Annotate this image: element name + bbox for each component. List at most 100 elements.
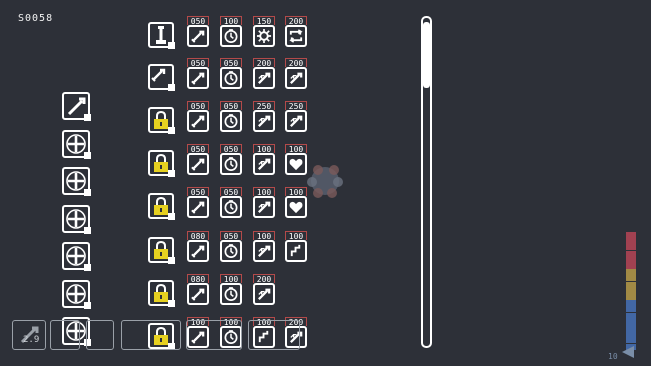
sword-icon [191, 201, 205, 214]
upgrade-price: 050 [220, 187, 242, 197]
meter-segment [626, 312, 636, 319]
lock-icon [154, 240, 168, 259]
upgrade-button[interactable] [253, 25, 275, 47]
locked-weapon-tile[interactable] [148, 280, 175, 307]
upgrade-price: 200 [285, 16, 307, 26]
upgrade-button[interactable] [220, 283, 242, 305]
loadout-slot[interactable] [62, 279, 91, 309]
upgrade-button[interactable] [220, 110, 242, 132]
clock-icon [224, 287, 238, 301]
upgrade-button[interactable] [285, 67, 307, 89]
ammo-label: 2.9 [23, 335, 40, 345]
upgrade-price: 050 [187, 16, 209, 26]
upgrade-button[interactable] [220, 67, 242, 89]
enemy-creature-sprite [307, 165, 343, 198]
upgrade-button[interactable] [253, 110, 275, 132]
upgrade-button[interactable] [253, 67, 275, 89]
upgrade-button[interactable] [285, 110, 307, 132]
clock-icon [224, 29, 238, 43]
meter-arrow-icon [622, 346, 634, 358]
upgrade-button[interactable] [220, 196, 242, 218]
plus-icon [66, 171, 86, 191]
loadout-slot[interactable] [62, 92, 91, 121]
upgrade-button[interactable] [253, 240, 275, 262]
meter-segment [626, 337, 636, 344]
lock-icon [154, 110, 168, 129]
sword-icon [191, 72, 205, 85]
upgrade-price: 050 [187, 101, 209, 111]
upgrade-price: 050 [220, 58, 242, 68]
upgrade-button[interactable] [187, 196, 209, 218]
upgrade-button[interactable] [285, 240, 307, 262]
chevron-up-icon [290, 244, 301, 257]
upgrade-price: 100 [253, 187, 275, 197]
weapon-tile[interactable] [148, 22, 175, 49]
upgrade-button[interactable] [220, 25, 242, 47]
upgrade-price: 050 [187, 144, 209, 154]
locked-weapon-tile[interactable] [148, 237, 175, 264]
clock-icon [224, 244, 238, 258]
plus-icon [66, 283, 86, 304]
sword-icon [67, 97, 86, 116]
upgrade-price: 100 [220, 16, 242, 26]
clock-icon [224, 157, 238, 171]
upgrade-button[interactable] [187, 153, 209, 175]
loadout-slot[interactable] [62, 204, 91, 234]
loadout-slot[interactable] [62, 242, 91, 271]
upgrade-price: 050 [187, 58, 209, 68]
upgrade-button[interactable] [253, 283, 275, 305]
upgrade-price: 250 [253, 101, 275, 111]
loadout-slot[interactable] [62, 129, 91, 159]
upgrade-price: 200 [285, 58, 307, 68]
upgrade-price: 050 [220, 144, 242, 154]
locked-weapon-tile[interactable] [148, 150, 175, 177]
hotbar-slot[interactable] [121, 320, 181, 350]
upgrade-button[interactable] [253, 153, 275, 175]
upgrade-price: 100 [285, 144, 307, 154]
hotbar-slot[interactable] [86, 320, 114, 350]
sword-up-icon [258, 158, 271, 170]
meter-segment [626, 287, 636, 294]
shop-scrollbar-thumb[interactable] [423, 22, 430, 88]
upgrade-button[interactable] [220, 153, 242, 175]
upgrade-button[interactable] [187, 110, 209, 132]
hotbar-slot[interactable] [186, 320, 242, 350]
sword-up-icon [258, 201, 271, 213]
upgrade-button[interactable] [220, 240, 242, 262]
upgrade-price: 080 [187, 274, 209, 284]
upgrade-button[interactable] [253, 196, 275, 218]
meter-segment [626, 331, 636, 338]
upgrade-price: 150 [253, 16, 275, 26]
plus-icon [66, 133, 86, 154]
upgrade-button[interactable] [187, 283, 209, 305]
upgrade-button[interactable] [187, 240, 209, 262]
weapon-hotbar-slot[interactable]: 2.9 [12, 320, 46, 350]
locked-weapon-tile[interactable] [148, 193, 175, 220]
lock-icon [154, 196, 168, 215]
upgrade-button[interactable] [285, 25, 307, 47]
upgrade-price: 200 [253, 58, 275, 68]
sword-icon [191, 30, 205, 43]
weapon-tile[interactable] [148, 64, 175, 91]
hotbar-slot[interactable] [50, 320, 80, 350]
meter-segment [626, 269, 636, 276]
upgrade-price: 080 [187, 231, 209, 241]
clock-icon [224, 200, 238, 214]
upgrade-button[interactable] [187, 67, 209, 89]
sword-icon [191, 115, 205, 128]
meter-segment [626, 306, 636, 313]
sword-icon [191, 288, 205, 301]
upgrade-price: 200 [253, 274, 275, 284]
locked-weapon-tile[interactable] [148, 107, 175, 134]
meter-segment [626, 238, 636, 245]
meter-segment [626, 232, 636, 238]
upgrade-price: 100 [285, 231, 307, 241]
sword-up-icon [290, 72, 303, 84]
upgrade-button[interactable] [187, 25, 209, 47]
clock-icon [224, 71, 238, 85]
hotbar-slot[interactable] [248, 320, 300, 350]
loadout-slot[interactable] [62, 167, 91, 196]
upgrade-price: 050 [187, 187, 209, 197]
meter-label: 10 [608, 352, 618, 361]
sword-up-icon [290, 115, 303, 127]
